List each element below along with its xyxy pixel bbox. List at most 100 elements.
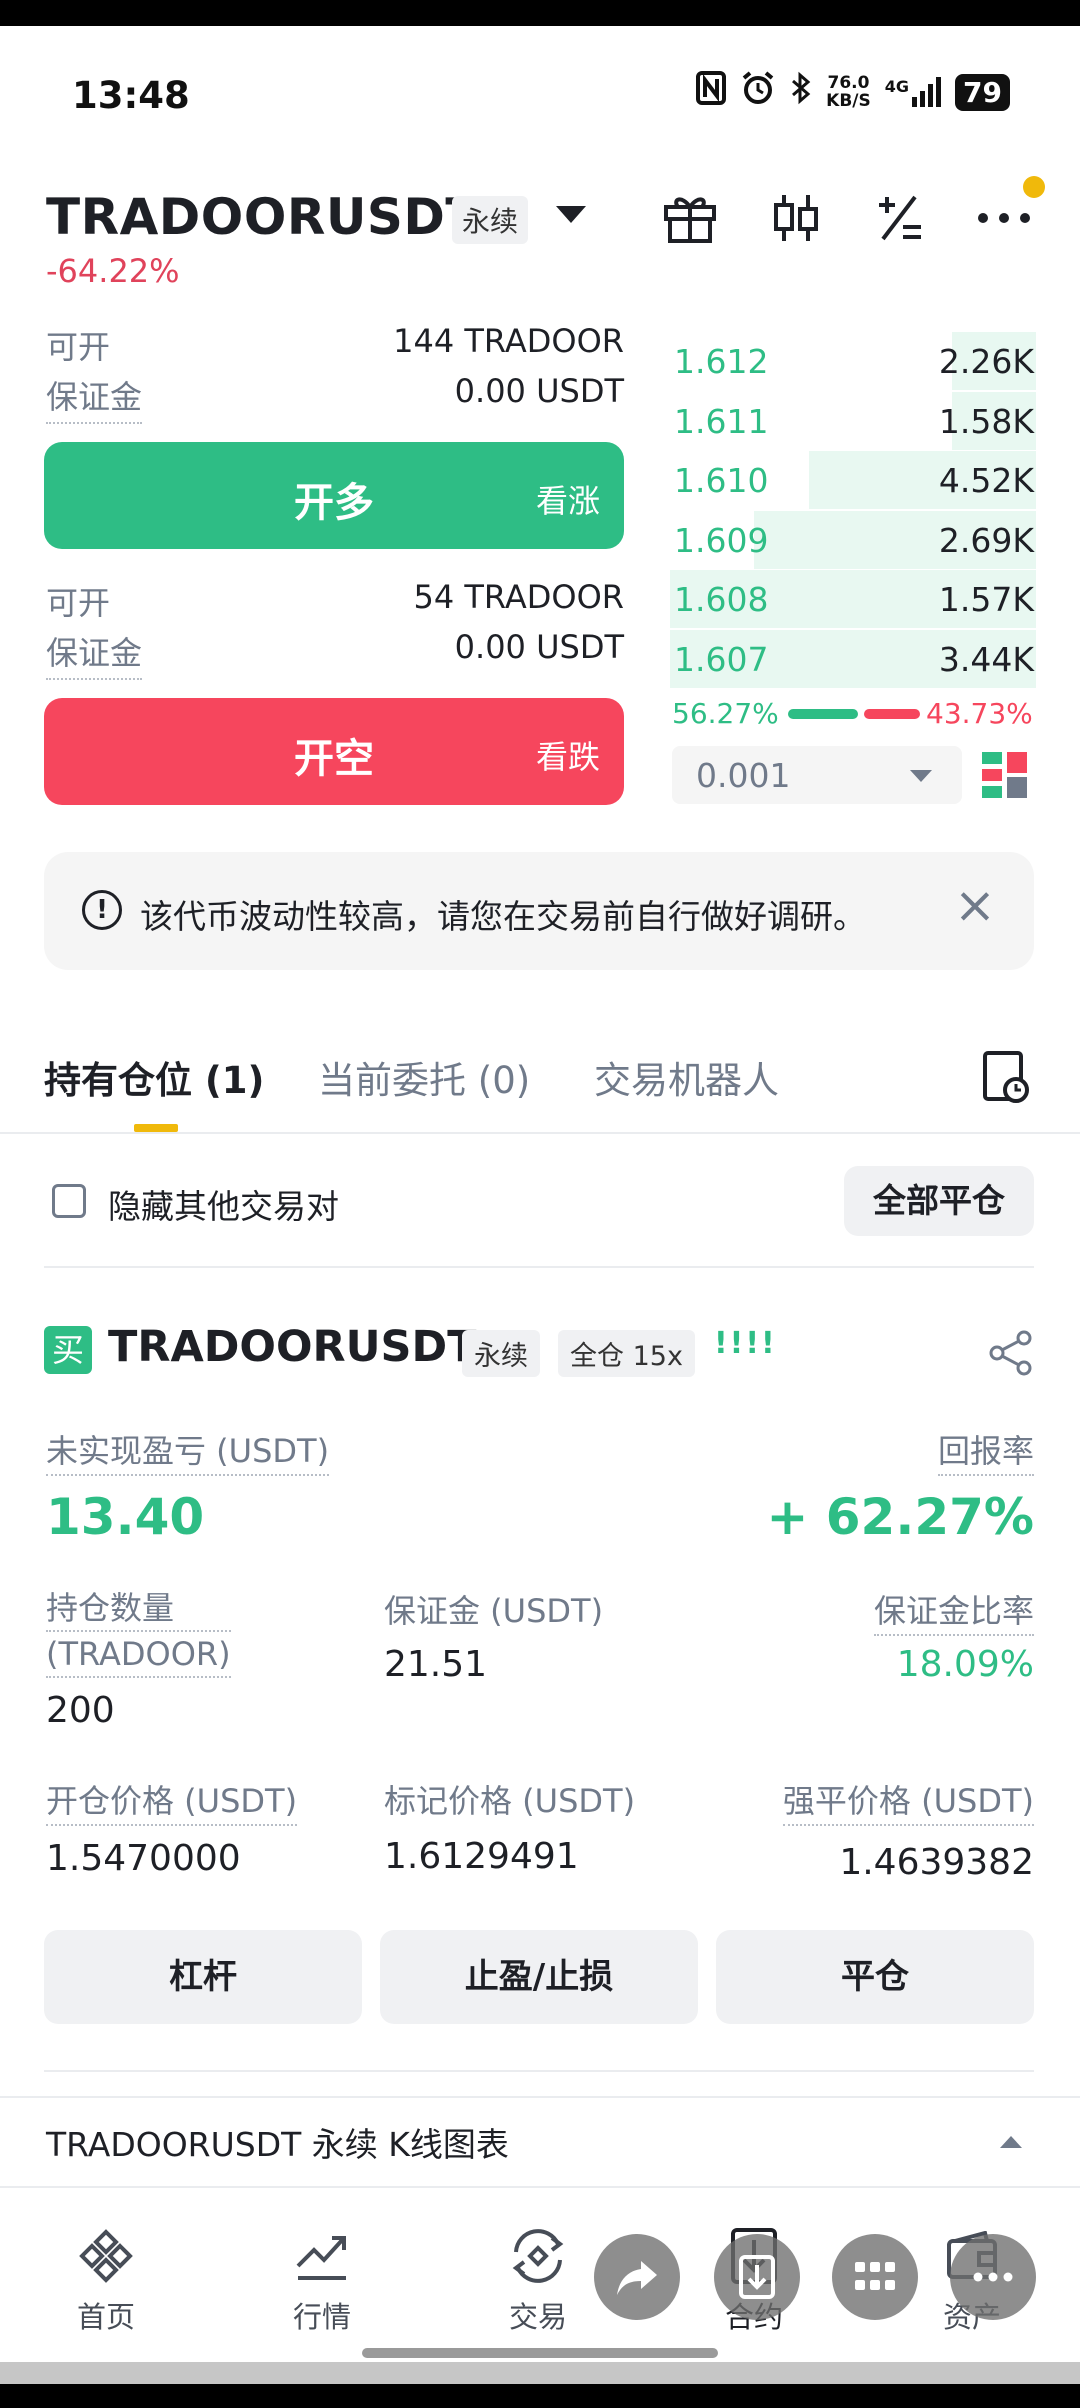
net-speed-unit: KB/S bbox=[826, 91, 871, 111]
notification-dot bbox=[1023, 176, 1045, 198]
open-short-sublabel: 看跌 bbox=[535, 738, 600, 776]
unrealized-pnl-value: 13.40 bbox=[46, 1488, 205, 1546]
entry-price-value: 1.5470000 bbox=[46, 1838, 241, 1879]
hide-other-pairs-label[interactable]: 隐藏其他交易对 bbox=[108, 1180, 339, 1228]
nfc-icon bbox=[696, 71, 727, 113]
orderbook-qty: 2.69K bbox=[938, 520, 1034, 560]
home-indicator[interactable] bbox=[362, 2348, 718, 2358]
orderbook-qty: 4.52K bbox=[938, 461, 1034, 500]
orderbook-layout-icon[interactable] bbox=[982, 752, 1028, 802]
net-speed-value: 76.0 bbox=[827, 73, 870, 93]
screenshot-icon[interactable] bbox=[714, 2234, 800, 2320]
trade-icon bbox=[478, 2224, 598, 2288]
share-forward-icon[interactable] bbox=[594, 2234, 680, 2320]
orderbook-row[interactable]: 1.610 4.52K bbox=[670, 451, 1036, 509]
nav-trade[interactable]: 交易 bbox=[478, 2224, 598, 2336]
signal-icon: 4G bbox=[885, 77, 942, 107]
market-chart-icon bbox=[262, 2224, 382, 2288]
liquidation-price-value: 1.4639382 bbox=[839, 1842, 1034, 1883]
order-history-icon[interactable] bbox=[982, 1050, 1030, 1108]
close-icon[interactable]: × bbox=[954, 876, 996, 934]
open-short-button[interactable]: 开空 看跌 bbox=[44, 698, 624, 805]
position-margin-label: 保证金 (USDT) bbox=[384, 1592, 604, 1630]
long-margin-value: 0.00 USDT bbox=[454, 372, 624, 410]
more-icon[interactable] bbox=[976, 190, 1032, 246]
orderbook-row[interactable]: 1.607 3.44K bbox=[670, 629, 1036, 688]
short-margin-label[interactable]: 保证金 bbox=[46, 628, 143, 680]
entry-price-label[interactable]: 开仓价格 (USDT) bbox=[46, 1776, 298, 1826]
short-available-label: 可开 bbox=[46, 584, 111, 622]
liquidation-price-label[interactable]: 强平价格 (USDT) bbox=[782, 1776, 1034, 1826]
open-long-button[interactable]: 开多 看涨 bbox=[44, 442, 624, 549]
long-available-value: 144 TRADOOR bbox=[393, 322, 624, 360]
close-position-button[interactable]: 平仓 bbox=[716, 1930, 1034, 2024]
orderbook-row[interactable]: 1.609 2.69K bbox=[670, 510, 1036, 569]
system-strip bbox=[0, 2362, 1080, 2384]
tab-positions[interactable]: 持有仓位 (1) bbox=[44, 1050, 264, 1104]
position-contract-tag: 永续 bbox=[462, 1330, 540, 1377]
long-margin-label[interactable]: 保证金 bbox=[46, 372, 143, 424]
hide-other-pairs-checkbox[interactable] bbox=[52, 1184, 86, 1218]
long-available-label: 可开 bbox=[46, 328, 111, 366]
tp-sl-button[interactable]: 止盈/止损 bbox=[380, 1930, 698, 2024]
status-icons: 76.0 KB/S 4G 79 bbox=[696, 70, 1010, 114]
orderbook-price: 1.610 bbox=[674, 461, 769, 500]
margin-ratio-label[interactable]: 保证金比率 bbox=[873, 1586, 1034, 1636]
orderbook-price: 1.612 bbox=[674, 342, 769, 381]
gift-icon[interactable] bbox=[662, 190, 718, 246]
symbol-title[interactable]: TRADOORUSDT bbox=[46, 188, 480, 246]
margin-mode-tag[interactable]: 全仓 15x bbox=[558, 1330, 695, 1377]
position-symbol[interactable]: TRADOORUSDT bbox=[108, 1322, 477, 1372]
position-margin-value: 21.51 bbox=[384, 1644, 488, 1685]
chevron-up-icon bbox=[1000, 2136, 1022, 2148]
apps-grid-icon[interactable] bbox=[832, 2234, 918, 2320]
top-bezel bbox=[0, 0, 1080, 26]
symbol-dropdown-icon[interactable] bbox=[556, 206, 586, 223]
orderbook-row[interactable]: 1.612 2.26K bbox=[670, 332, 1036, 390]
calculator-icon[interactable] bbox=[872, 190, 928, 246]
roe-label[interactable]: 回报率 bbox=[937, 1426, 1034, 1476]
orderbook-qty: 3.44K bbox=[938, 639, 1034, 679]
nav-home[interactable]: 首页 bbox=[46, 2224, 166, 2336]
share-icon[interactable] bbox=[988, 1330, 1034, 1376]
short-available-value: 54 TRADOOR bbox=[413, 578, 624, 616]
divider bbox=[44, 2070, 1034, 2072]
chevron-down-icon bbox=[910, 770, 932, 782]
close-all-button[interactable]: 全部平仓 bbox=[844, 1166, 1034, 1236]
candlestick-chart-icon[interactable] bbox=[768, 190, 824, 246]
divider bbox=[44, 1266, 1034, 1268]
overflow-menu-icon[interactable] bbox=[950, 2234, 1036, 2320]
contract-type-tag: 永续 bbox=[452, 196, 529, 244]
open-long-sublabel: 看涨 bbox=[535, 482, 600, 520]
position-size-label[interactable]: 持仓数量 (TRADOOR) bbox=[46, 1586, 231, 1678]
tabs-divider bbox=[0, 1132, 1080, 1134]
bottom-nav: 首页 行情 交易 合约 资产 bbox=[0, 2186, 1080, 2362]
nav-markets[interactable]: 行情 bbox=[262, 2224, 382, 2336]
tab-open-orders[interactable]: 当前委托 (0) bbox=[318, 1050, 530, 1104]
alarm-icon bbox=[740, 70, 776, 114]
orderbook-row[interactable]: 1.608 1.57K bbox=[670, 570, 1036, 628]
battery-level: 79 bbox=[955, 73, 1010, 111]
precision-select[interactable]: 0.001 bbox=[672, 746, 962, 804]
warning-icon: ! bbox=[82, 890, 122, 930]
orderbook-price: 1.607 bbox=[674, 639, 769, 679]
orderbook-qty: 2.26K bbox=[938, 342, 1034, 381]
tab-trading-bots[interactable]: 交易机器人 bbox=[594, 1050, 779, 1104]
position-size-value: 200 bbox=[46, 1690, 115, 1731]
kline-chart-toggle[interactable]: TRADOORUSDT 永续 K线图表 bbox=[0, 2096, 1080, 2186]
sell-ratio: 43.73% bbox=[926, 697, 1033, 730]
orderbook-price: 1.609 bbox=[674, 520, 769, 560]
position-signal: !!!! bbox=[714, 1326, 777, 1361]
orderbook-qty: 1.58K bbox=[938, 401, 1034, 441]
bluetooth-icon bbox=[790, 71, 812, 113]
orderbook-row[interactable]: 1.611 1.58K bbox=[670, 391, 1036, 450]
roe-value: + 62.27% bbox=[766, 1488, 1034, 1546]
leverage-button[interactable]: 杠杆 bbox=[44, 1930, 362, 2024]
short-margin-value: 0.00 USDT bbox=[454, 628, 624, 666]
precision-value: 0.001 bbox=[696, 756, 791, 795]
active-tab-indicator bbox=[134, 1124, 178, 1132]
buy-ratio: 56.27% bbox=[672, 697, 779, 730]
nav-markets-label: 行情 bbox=[292, 2300, 351, 2334]
risk-notice-text: 该代币波动性较高，请您在交易前自行做好调研。 bbox=[140, 897, 866, 936]
unrealized-pnl-label[interactable]: 未实现盈亏 (USDT) bbox=[46, 1426, 330, 1476]
